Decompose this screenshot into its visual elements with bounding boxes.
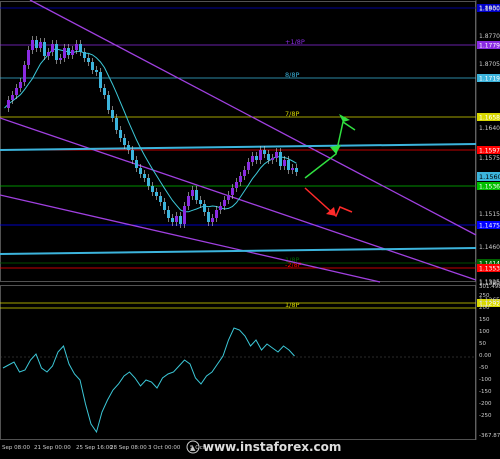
time-tick-label: Sep 08:00 [2, 445, 30, 451]
oscillator-tick-label: 301.498 [479, 284, 500, 290]
time-tick-label: 28 Sep 08:00 [110, 445, 147, 451]
oscillator-tick-label: -50 [479, 365, 488, 371]
time-tick-label: 25 Sep 16:00 [76, 445, 113, 451]
oscillator-tick-label: -367.8705 [479, 433, 500, 439]
murrey-price-label: 1.1779 [479, 43, 500, 50]
chart-svg[interactable]: 1.1900+1/8P 1.17798/8P 1.17197/8P 1.16581.1… [0, 0, 500, 455]
price-tick-label: 1.8830 [479, 5, 500, 12]
oscillator-tick-label: -250 [479, 413, 492, 419]
oscillator-tick-label: -150 [479, 389, 492, 395]
price-tick-label: 1.1640 [479, 125, 500, 132]
time-tick-label: 21 Sep 00:00 [34, 445, 71, 451]
time-tick-label: 3 Oct 00:00 [148, 445, 181, 451]
price-tick-label: 1.8770 [479, 33, 500, 40]
trading-chart-window[interactable]: 1.1900 +1/8P 1.1779 8/8P 1.1719 7/8P 1.1658 1.1… [0, 0, 500, 455]
oscillator-tick-label: -100 [479, 377, 492, 383]
oscillator-tick-label: 50 [479, 341, 486, 347]
murrey-price-label: 1.1719 [479, 76, 500, 83]
oscillator-tick-label: 100 [479, 329, 490, 335]
murrey-level-label: 1/8P [285, 301, 299, 309]
oscillator-tick-label: 0.00 [479, 353, 492, 359]
murrey-level-label: 7/8P [285, 110, 299, 118]
murrey-level-label: 8/8P [285, 71, 299, 79]
oscillator-tick-label: 150 [479, 317, 490, 323]
murrey-price-label: 1.1353 [479, 266, 500, 273]
murrey-price-label: 1.1597 [479, 148, 500, 155]
svg-text:▲: ▲ [190, 444, 196, 452]
murrey-price-label: 1.1475 [479, 223, 500, 230]
current-price-label: 1.1560 [479, 173, 500, 181]
price-tick-label: 1.1460 [479, 244, 500, 251]
price-tick-label: 1.8705 [479, 61, 500, 68]
murrey-level-label: +1/8P [285, 38, 305, 46]
price-tick-label: 1.1515 [479, 211, 500, 218]
price-tick-label: 1.1575 [479, 155, 500, 162]
oscillator-tick-label: 200 [479, 305, 490, 311]
oscillator-tick-label: 250 [479, 293, 490, 299]
murrey-price-label: 1.1536 [479, 184, 500, 191]
oscillator-tick-label: -200 [479, 401, 492, 407]
watermark-text: www.instaforex.com [203, 440, 341, 454]
murrey-price-label: 1.1658 [479, 115, 500, 122]
instaforex-watermark: ▲ www.instaforex.com [186, 440, 341, 454]
